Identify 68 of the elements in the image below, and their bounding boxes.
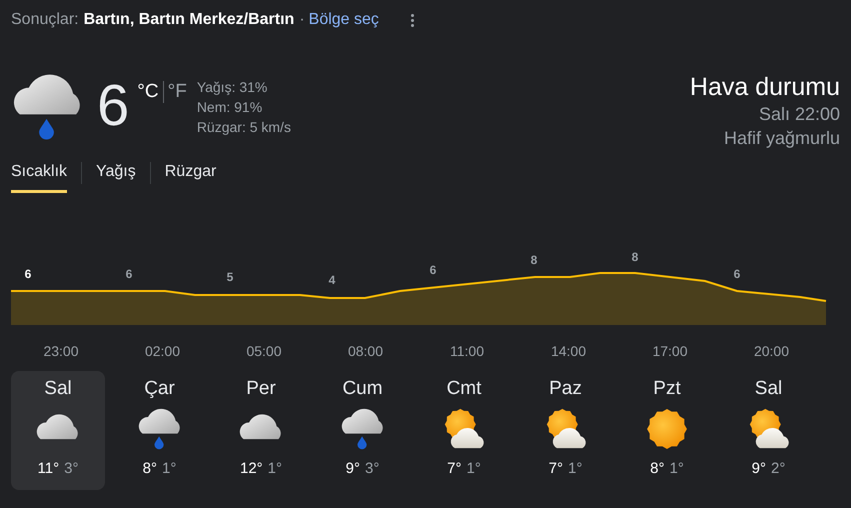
value-label: 6: [734, 267, 740, 281]
high-temperature: 12°: [240, 460, 263, 477]
day-name: Sal: [754, 378, 782, 400]
day-name: Pzt: [653, 378, 681, 400]
day-card[interactable]: Sal 11° 3°: [11, 371, 105, 490]
low-temperature: 3°: [64, 460, 78, 477]
value-label: 8: [632, 250, 638, 264]
weather-detail: Yağış: 31%: [196, 78, 268, 97]
low-temperature: 1°: [670, 460, 684, 477]
time-label: 17:00: [652, 343, 688, 359]
day-card[interactable]: Paz 7° 1°: [518, 371, 612, 490]
high-temperature: 8°: [142, 460, 157, 477]
fahrenheit-toggle[interactable]: °F: [168, 81, 187, 103]
high-temperature: 7°: [447, 460, 462, 477]
weather-detail: Rüzgar: 5 km/s: [196, 118, 291, 137]
celsius-toggle[interactable]: °C: [137, 81, 159, 103]
low-temperature: 1°: [568, 460, 582, 477]
chart-tab[interactable]: Yağış: [96, 157, 136, 193]
value-label: 6: [126, 267, 132, 281]
temperature: 6: [97, 76, 130, 136]
value-label: 8: [530, 253, 538, 267]
low-temperature: 1°: [268, 460, 282, 477]
more-options-icon[interactable]: [410, 12, 415, 28]
weather-title: Hava durumu: [690, 72, 840, 102]
time-label: 23:00: [43, 343, 79, 359]
time-label: 11:00: [450, 343, 484, 359]
day-name: Paz: [549, 378, 582, 400]
time-label: 08:00: [348, 343, 384, 359]
day-card[interactable]: Cum 9° 3°: [316, 371, 410, 490]
value-label: 5: [226, 270, 234, 284]
chart-tab[interactable]: Rüzgar: [164, 157, 216, 193]
high-temperature: 11°: [38, 460, 60, 477]
time-label: 02:00: [144, 343, 180, 359]
results-label: Sonuçlar:: [11, 11, 79, 29]
value-label: 6: [430, 263, 436, 277]
high-temperature: 7°: [548, 460, 563, 477]
separator-dot: ·: [299, 11, 305, 29]
high-temperature: 8°: [650, 460, 664, 477]
low-temperature: 2°: [771, 460, 786, 477]
weather-detail: Nem: 91%: [196, 98, 264, 117]
time-label: 05:00: [246, 343, 282, 359]
day-card[interactable]: Per 12° 1°: [214, 371, 308, 490]
sun-icon: [644, 408, 690, 450]
high-temperature: 9°: [752, 460, 766, 477]
day-name: Sal: [44, 378, 72, 400]
day-name: Çar: [144, 378, 175, 400]
day-card[interactable]: Çar 8° 1°: [112, 371, 206, 490]
rain-cloud-icon: [340, 408, 386, 450]
day-name: Cmt: [446, 378, 482, 400]
day-name: Per: [246, 378, 276, 400]
value-label: 4: [328, 273, 336, 287]
high-temperature: 9°: [346, 460, 360, 477]
location-name: Bartın, Bartın Merkez/Bartın: [84, 11, 294, 29]
day-name: Cum: [342, 378, 383, 400]
day-card[interactable]: Cmt 7° 1°: [417, 371, 511, 490]
value-label: 6: [24, 267, 32, 281]
time-label: 14:00: [550, 343, 586, 359]
low-temperature: 1°: [162, 460, 176, 477]
weather-condition: Hafif yağmurlu: [724, 127, 840, 150]
day-card[interactable]: Pzt 8° 1°: [620, 371, 714, 490]
time-label: 20:00: [754, 343, 790, 359]
day-card[interactable]: Sal 9° 2°: [722, 371, 816, 490]
rain-cloud-icon: [136, 408, 182, 450]
current-time: Salı 22:00: [758, 103, 840, 126]
low-temperature: 1°: [466, 460, 481, 477]
low-temperature: 3°: [365, 460, 380, 477]
region-link[interactable]: Bölge seç: [308, 11, 379, 29]
chart-tab[interactable]: Sıcaklık: [11, 157, 68, 193]
